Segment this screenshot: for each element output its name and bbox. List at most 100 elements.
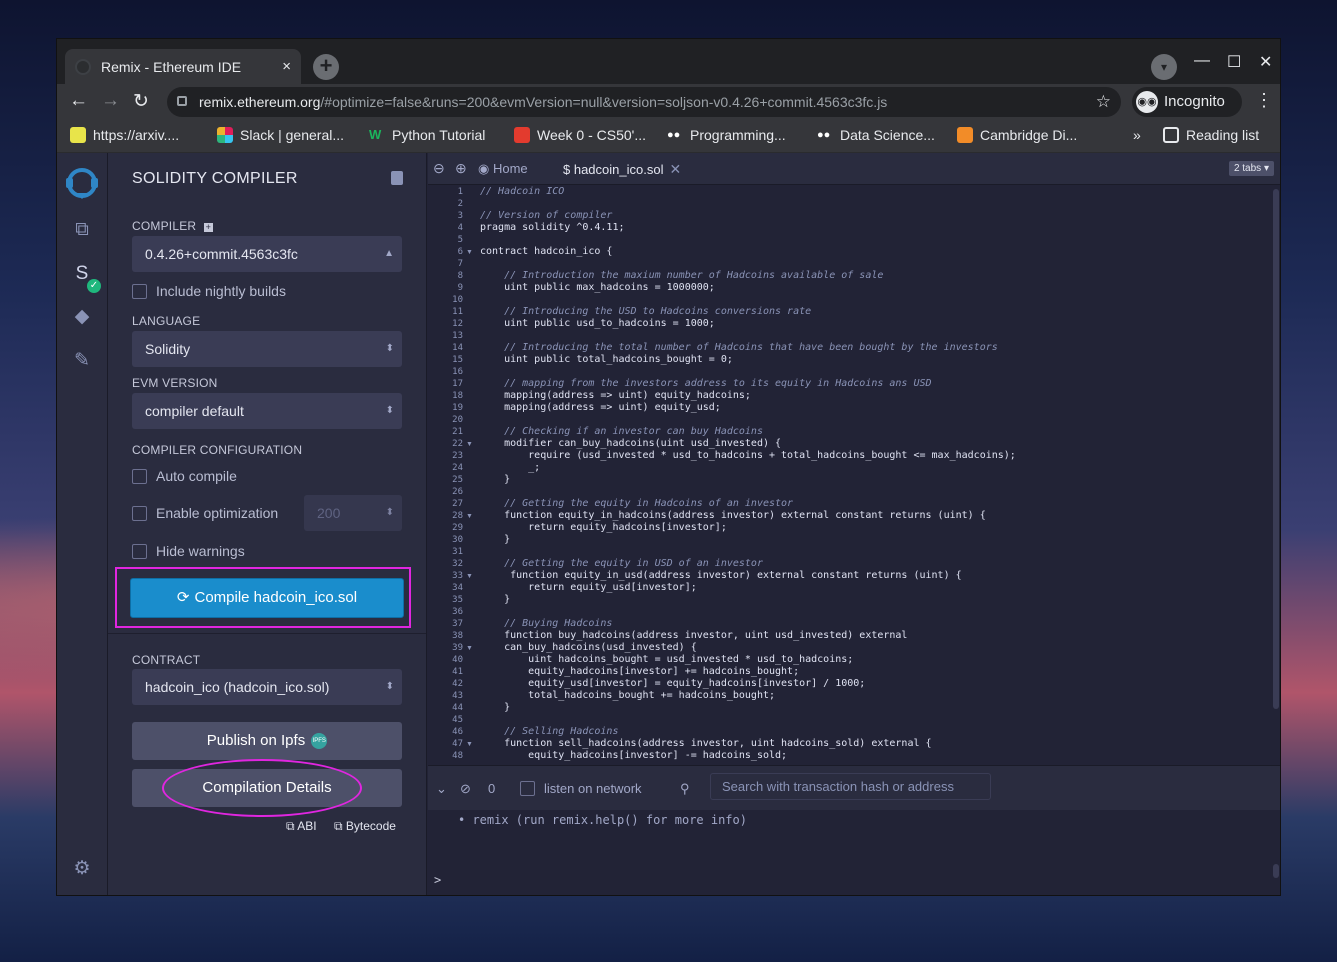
file-explorer-icon[interactable]: ⧉: [71, 219, 93, 241]
section-divider: [108, 633, 426, 634]
editor-scrollbar[interactable]: [1273, 189, 1279, 709]
bookmark-cambridge[interactable]: Cambridge Di...: [957, 127, 1077, 143]
code-line: can_buy_hadcoins(usd_invested) {: [480, 642, 697, 653]
code-editor[interactable]: 1 2 3 4 5 6 ▼ 7 8 9 10 11 12 13 14 15 16 17 18 19 20 21 22 ▼ 23 2…: [428, 185, 1280, 765]
copy-abi-button[interactable]: ⧉ ABI: [286, 819, 317, 834]
code-line: pragma solidity ^0.4.11;: [480, 222, 625, 233]
tab-close-icon[interactable]: ×: [282, 58, 291, 75]
clear-console-icon[interactable]: ⊘: [460, 781, 471, 797]
publish-label: Publish on Ipfs: [206, 732, 306, 749]
optimization-runs-input[interactable]: 200 ⬍: [304, 495, 402, 531]
close-window-icon[interactable]: ✕: [1259, 52, 1272, 72]
line-number: 42: [452, 679, 463, 689]
tab-search-icon[interactable]: ▾: [1151, 54, 1177, 80]
include-nightly-checkbox[interactable]: Include nightly builds: [132, 283, 286, 299]
transaction-search-input[interactable]: Search with transaction hash or address: [710, 773, 991, 800]
tab-home[interactable]: ◉ Home: [478, 153, 528, 185]
bookmark-label: Slack | general...: [240, 127, 345, 143]
evm-version-select[interactable]: compiler default ⬍: [132, 393, 402, 429]
plugin-manager-icon[interactable]: ✎: [71, 350, 93, 372]
maximize-icon[interactable]: ☐: [1227, 52, 1241, 72]
hide-warnings-checkbox[interactable]: Hide warnings: [132, 543, 245, 559]
fold-arrow-icon[interactable]: ▼: [466, 441, 473, 448]
bookmark-datascience[interactable]: ●● Data Science...: [817, 127, 935, 143]
checkbox-box[interactable]: [132, 283, 147, 299]
reading-list[interactable]: Reading list: [1163, 127, 1259, 143]
language-select[interactable]: Solidity ⬍: [132, 331, 402, 367]
compile-button[interactable]: ⟳ Compile hadcoin_ico.sol: [130, 578, 404, 618]
terminal-toolbar: ⌄ ⊘ 0 listen on network ⚲ Search with tr…: [428, 765, 1280, 810]
line-number: 7: [457, 259, 463, 269]
compiler-version-select[interactable]: 0.4.26+commit.4563c3fc ▲: [132, 236, 402, 272]
settings-gear-icon[interactable]: ⚙: [71, 858, 93, 880]
line-number: 23: [452, 451, 463, 461]
line-number: 3: [457, 211, 463, 221]
code-line: // Hadcoin ICO: [480, 186, 565, 197]
close-tab-icon[interactable]: ✕: [669, 161, 681, 177]
bookmark-star-icon[interactable]: ☆: [1096, 87, 1111, 117]
new-tab-button[interactable]: +: [313, 54, 339, 80]
checkbox-box[interactable]: [132, 505, 147, 521]
slack-icon: [217, 127, 233, 143]
enable-optimization-checkbox[interactable]: Enable optimization: [132, 505, 278, 521]
deploy-run-icon[interactable]: ◆: [71, 306, 93, 328]
code-line: _;: [480, 462, 541, 473]
add-compiler-icon[interactable]: +: [203, 223, 213, 232]
forward-icon[interactable]: →: [101, 90, 120, 112]
bookmark-label: Week 0 - CS50'...: [537, 127, 647, 143]
contract-select[interactable]: hadcoin_ico (hadcoin_ico.sol) ⬍: [132, 669, 402, 705]
bookmark-label: Cambridge Di...: [980, 127, 1078, 143]
zoom-out-icon[interactable]: ⊖: [433, 160, 445, 177]
line-number: 33: [452, 571, 463, 581]
bookmark-slack[interactable]: Slack | general...: [217, 127, 344, 143]
listen-network-checkbox[interactable]: listen on network: [520, 781, 642, 796]
line-number: 46: [452, 727, 463, 737]
tab-hadcoin-file[interactable]: $ hadcoin_ico.sol ✕: [563, 153, 681, 185]
documentation-icon[interactable]: [391, 171, 403, 185]
code-line: }: [480, 474, 511, 485]
terminal-console[interactable]: • remix (run remix.help() for more info)…: [428, 810, 1280, 895]
bookmark-programming[interactable]: ●● Programming...: [667, 127, 786, 143]
minimize-icon[interactable]: —: [1194, 52, 1210, 70]
terminal-scrollbar[interactable]: [1273, 864, 1279, 878]
browser-menu-icon[interactable]: ⋮: [1255, 90, 1273, 111]
line-number: 30: [452, 535, 463, 545]
incognito-profile[interactable]: ◉◉ Incognito: [1132, 87, 1242, 117]
reading-list-label: Reading list: [1186, 127, 1260, 143]
line-number: 19: [452, 403, 463, 413]
tab-home-label: Home: [492, 161, 528, 176]
publish-ipfs-button[interactable]: Publish on Ipfs IPFS: [132, 722, 402, 760]
fold-arrow-icon[interactable]: ▼: [466, 573, 473, 580]
fold-arrow-icon[interactable]: ▼: [466, 249, 473, 256]
collapse-terminal-icon[interactable]: ⌄: [436, 781, 447, 797]
remix-logo-icon[interactable]: [62, 161, 102, 201]
bookmark-python[interactable]: W Python Tutorial: [369, 127, 485, 143]
line-number-gutter: 1 2 3 4 5 6 ▼ 7 8 9 10 11 12 13 14 15 16 17 18 19 20 21 22 ▼ 23 2…: [428, 185, 474, 765]
line-number: 47: [452, 739, 463, 749]
zoom-in-icon[interactable]: ⊕: [455, 160, 467, 177]
checkbox-box[interactable]: [520, 781, 535, 796]
tabs-dropdown[interactable]: 2 tabs ▾: [1228, 161, 1274, 176]
auto-compile-checkbox[interactable]: Auto compile: [132, 468, 237, 484]
code-line: // mapping from the investors address to…: [480, 378, 932, 389]
fold-arrow-icon[interactable]: ▼: [466, 741, 473, 748]
browser-tab[interactable]: Remix - Ethereum IDE ×: [65, 49, 301, 84]
fold-arrow-icon[interactable]: ▼: [466, 513, 473, 520]
reload-icon[interactable]: ↻: [133, 90, 149, 113]
address-bar[interactable]: remix.ethereum.org/#optimize=false&runs=…: [167, 87, 1121, 117]
line-number: 16: [452, 367, 463, 377]
line-number: 38: [452, 631, 463, 641]
reading-list-icon: [1163, 127, 1179, 143]
fold-arrow-icon[interactable]: ▼: [466, 645, 473, 652]
bookmark-arxiv[interactable]: https://arxiv....: [70, 127, 179, 143]
evm-version-value: compiler default: [145, 403, 244, 419]
search-icon: ⚲: [680, 781, 690, 796]
icon-panel: ⧉ S ✓ ◆ ✎ ⚙: [57, 153, 108, 895]
url-domain: remix.ethereum.org: [199, 94, 321, 110]
checkbox-box[interactable]: [132, 543, 147, 559]
copy-bytecode-button[interactable]: ⧉ Bytecode: [334, 819, 396, 834]
bookmark-cs50[interactable]: Week 0 - CS50'...: [514, 127, 646, 143]
back-icon[interactable]: ←: [69, 90, 88, 112]
checkbox-box[interactable]: [132, 468, 147, 484]
more-bookmarks-icon[interactable]: »: [1133, 127, 1141, 143]
